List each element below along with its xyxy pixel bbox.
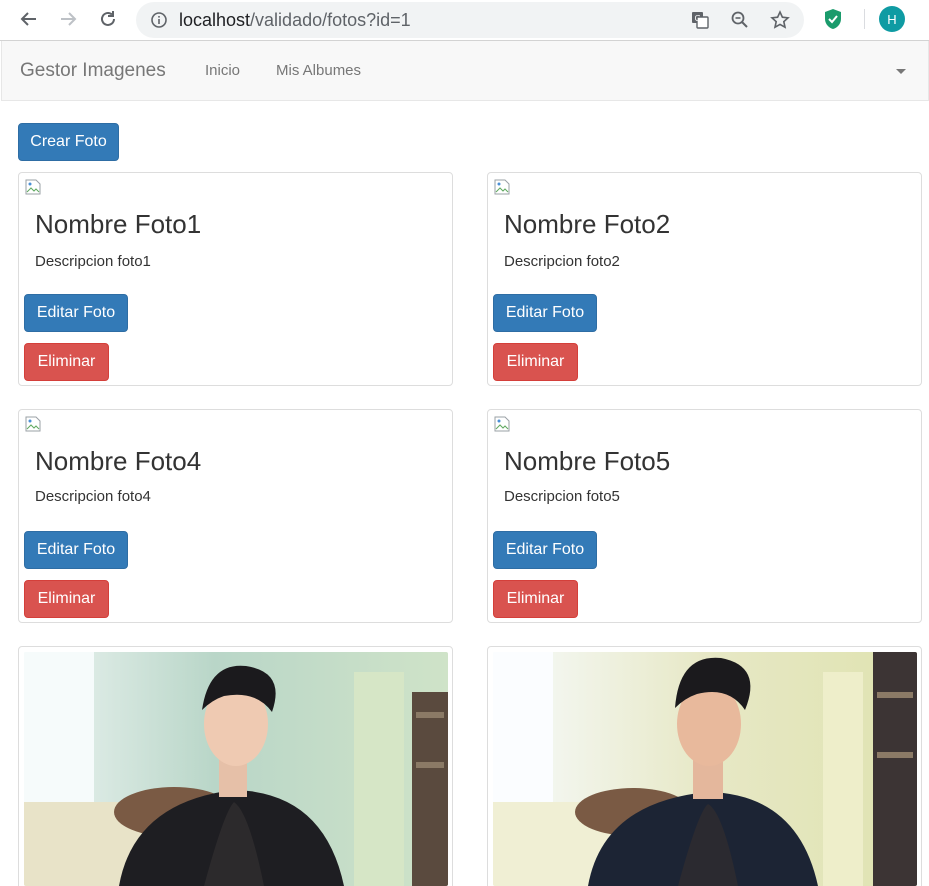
- delete-photo-button[interactable]: Eliminar: [493, 580, 578, 618]
- broken-image-icon: [494, 179, 510, 195]
- photo-card: [18, 646, 453, 886]
- broken-image-icon: [25, 179, 41, 195]
- card-title: Nombre Foto2: [504, 209, 671, 239]
- url-text: localhost/validado/fotos?id=1: [179, 10, 411, 31]
- edit-photo-button[interactable]: Editar Foto: [493, 531, 597, 569]
- url-host: localhost: [179, 10, 251, 30]
- reload-button[interactable]: [93, 5, 123, 33]
- forward-arrow-icon: [61, 12, 77, 26]
- create-photo-button[interactable]: Crear Foto: [18, 123, 119, 161]
- webcam-photo: [493, 652, 917, 886]
- delete-photo-button[interactable]: Eliminar: [24, 580, 109, 618]
- bookmark-star-icon[interactable]: [769, 9, 791, 31]
- edit-photo-button[interactable]: Editar Foto: [24, 531, 128, 569]
- toolbar-divider: [864, 9, 865, 29]
- photo-card: Nombre Foto1 Descripcion foto1 Editar Fo…: [18, 172, 453, 386]
- reload-icon: [101, 11, 115, 26]
- app-navbar: Gestor Imagenes Inicio Mis Albumes: [1, 41, 929, 101]
- nav-link-mis-albumes[interactable]: Mis Albumes: [276, 62, 361, 79]
- url-path: /validado/fotos?id=1: [250, 10, 411, 30]
- photo-card: [487, 646, 922, 886]
- photo-card: Nombre Foto2 Descripcion foto2 Editar Fo…: [487, 172, 922, 386]
- edit-photo-button[interactable]: Editar Foto: [493, 294, 597, 332]
- broken-image-icon: [25, 416, 41, 432]
- back-button[interactable]: [14, 5, 44, 33]
- navbar-brand[interactable]: Gestor Imagenes: [20, 60, 166, 82]
- zoom-icon[interactable]: [729, 9, 751, 31]
- edit-photo-button[interactable]: Editar Foto: [24, 294, 128, 332]
- card-description: Descripcion foto1: [35, 253, 151, 270]
- delete-photo-button[interactable]: Eliminar: [493, 343, 578, 381]
- dropdown-caret-icon[interactable]: [896, 69, 906, 74]
- card-description: Descripcion foto5: [504, 488, 620, 505]
- broken-image-icon: [494, 416, 510, 432]
- nav-link-inicio[interactable]: Inicio: [205, 62, 240, 79]
- info-icon[interactable]: [148, 9, 170, 31]
- card-title: Nombre Foto4: [35, 446, 202, 476]
- profile-avatar[interactable]: H: [879, 6, 905, 32]
- forward-button[interactable]: [53, 5, 83, 33]
- translate-icon[interactable]: G: [689, 9, 711, 31]
- browser-toolbar: localhost/validado/fotos?id=1 G H: [0, 0, 929, 41]
- svg-text:G: G: [695, 14, 701, 23]
- card-description: Descripcion foto4: [35, 488, 151, 505]
- address-bar[interactable]: localhost/validado/fotos?id=1 G: [136, 2, 804, 38]
- photo-card: Nombre Foto5 Descripcion foto5 Editar Fo…: [487, 409, 922, 623]
- delete-photo-button[interactable]: Eliminar: [24, 343, 109, 381]
- card-title: Nombre Foto5: [504, 446, 671, 476]
- back-arrow-icon: [20, 12, 36, 26]
- card-description: Descripcion foto2: [504, 253, 620, 270]
- photo-card: Nombre Foto4 Descripcion foto4 Editar Fo…: [18, 409, 453, 623]
- card-title: Nombre Foto1: [35, 209, 202, 239]
- webcam-photo: [24, 652, 448, 886]
- shield-extension-icon[interactable]: [822, 7, 844, 31]
